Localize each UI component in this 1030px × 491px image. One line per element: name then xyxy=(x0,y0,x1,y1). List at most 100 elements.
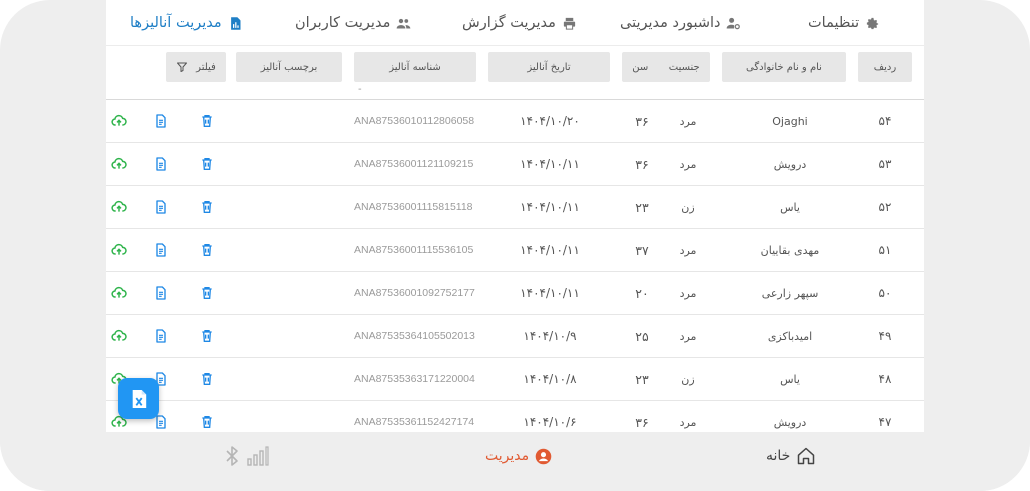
row-gender: مرد xyxy=(679,157,697,171)
column-header-date[interactable]: تاریخ آنالیز xyxy=(488,52,610,82)
cloud-upload-icon xyxy=(111,243,127,255)
row-name: مهدی بقاییان xyxy=(760,243,820,257)
row-date: ۱۴۰۴/۱۰/۲۰ xyxy=(520,114,580,128)
row-index: ۵۳ xyxy=(878,157,892,171)
view-report-button[interactable] xyxy=(152,198,170,216)
delete-button[interactable] xyxy=(198,112,216,130)
delete-button[interactable] xyxy=(198,370,216,388)
tab-analysis-management[interactable]: مدیریت آنالیزها xyxy=(130,12,243,34)
row-age: ۲۵ xyxy=(635,328,649,344)
row-name: یاس xyxy=(780,200,800,214)
filter-button[interactable]: فیلتر xyxy=(166,52,226,82)
document-icon xyxy=(156,200,166,214)
row-analysis-code: ANA87536001092752177 xyxy=(354,286,475,299)
upload-button[interactable] xyxy=(110,327,128,345)
main-panel: تنظیمات داشبورد مدیریتی مدیریت گزارش مدی… xyxy=(106,0,924,432)
table-row[interactable]: ۴۹ امیدباکزی مرد ۲۵ ۱۴۰۴/۱۰/۹ ANA8753536… xyxy=(106,315,924,358)
excel-export-button[interactable] xyxy=(118,378,159,419)
row-gender: زن xyxy=(681,372,695,386)
trash-icon xyxy=(202,416,212,428)
nav-management-label: مدیریت xyxy=(485,448,530,464)
trash-icon xyxy=(202,330,212,342)
upload-button[interactable] xyxy=(110,112,128,130)
tab-analysis-label: مدیریت آنالیزها xyxy=(130,15,222,31)
row-age: ۳۷ xyxy=(635,242,649,258)
row-analysis-code: ANA87535364105502013 xyxy=(354,329,475,342)
delete-button[interactable] xyxy=(198,241,216,259)
tab-users-label: مدیریت کاربران xyxy=(295,15,391,31)
delete-button[interactable] xyxy=(198,413,216,431)
column-header-age: سن xyxy=(632,61,649,73)
user-circle-icon xyxy=(535,448,552,464)
trash-icon xyxy=(202,287,212,299)
tab-user-management[interactable]: مدیریت کاربران xyxy=(295,12,411,34)
users-icon xyxy=(396,18,411,28)
row-gender: مرد xyxy=(679,415,697,429)
tab-report-label: مدیریت گزارش xyxy=(462,15,556,31)
delete-button[interactable] xyxy=(198,327,216,345)
table-row[interactable]: ۵۴ Ojaghi مرد ۳۶ ۱۴۰۴/۱۰/۲۰ ANA875360101… xyxy=(106,100,924,143)
table-row[interactable]: ۵۱ مهدی بقاییان مرد ۳۷ ۱۴۰۴/۱۰/۱۱ ANA875… xyxy=(106,229,924,272)
table-row[interactable]: ۵۰ سپهر زارعی مرد ۲۰ ۱۴۰۴/۱۰/۱۱ ANA87536… xyxy=(106,272,924,315)
delete-button[interactable] xyxy=(198,284,216,302)
upload-button[interactable] xyxy=(110,241,128,259)
table-header: ردیف نام و نام خانوادگی جنسیت سن تاریخ آ… xyxy=(106,52,924,84)
view-report-button[interactable] xyxy=(152,155,170,173)
row-age: ۲۳ xyxy=(635,371,649,387)
delete-button[interactable] xyxy=(198,198,216,216)
device-status xyxy=(225,444,269,468)
column-header-tag[interactable]: برچسب آنالیز xyxy=(236,52,342,82)
row-analysis-code: ANA87536010112806058 xyxy=(354,114,475,127)
table-row[interactable]: ۴۷ درویش مرد ۳۶ ۱۴۰۴/۱۰/۶ ANA87535361152… xyxy=(106,401,924,432)
row-analysis-code: ANA87536001121109215 xyxy=(354,157,474,170)
bluetooth-icon[interactable] xyxy=(225,445,239,467)
row-index: ۵۱ xyxy=(878,243,892,257)
tab-settings-label: تنظیمات xyxy=(808,15,860,31)
table-row[interactable]: ۵۳ درویش مرد ۳۶ ۱۴۰۴/۱۰/۱۱ ANA8753600112… xyxy=(106,143,924,186)
row-index: ۵۴ xyxy=(878,114,892,128)
row-age: ۲۰ xyxy=(635,285,649,301)
column-header-name[interactable]: نام و نام خانوادگی xyxy=(722,52,846,82)
tab-dashboard[interactable]: داشبورد مدیریتی xyxy=(620,12,741,34)
row-index: ۴۹ xyxy=(878,329,892,343)
nav-home[interactable]: خانه xyxy=(766,444,816,468)
column-header-code[interactable]: شناسه آنالیز xyxy=(354,52,476,82)
row-age: ۳۶ xyxy=(635,113,649,129)
tab-report-management[interactable]: مدیریت گزارش xyxy=(462,12,577,34)
row-analysis-code: ANA87535361152427174 xyxy=(354,415,475,428)
row-date: ۱۴۰۴/۱۰/۱۱ xyxy=(520,157,580,171)
printer-icon xyxy=(563,17,576,30)
delete-button[interactable] xyxy=(198,155,216,173)
cloud-upload-icon xyxy=(111,157,127,169)
row-date: ۱۴۰۴/۱۰/۱۱ xyxy=(520,286,580,300)
view-report-button[interactable] xyxy=(152,241,170,259)
partial-row-mark: - xyxy=(358,84,362,95)
filter-icon xyxy=(177,62,188,72)
row-date: ۱۴۰۴/۱۰/۶ xyxy=(523,415,577,429)
table-row[interactable]: ۵۲ یاس زن ۲۳ ۱۴۰۴/۱۰/۱۱ ANA8753600111581… xyxy=(106,186,924,229)
view-report-button[interactable] xyxy=(152,327,170,345)
trash-icon xyxy=(202,115,212,127)
view-report-button[interactable] xyxy=(152,284,170,302)
column-header-index[interactable]: ردیف xyxy=(858,52,912,82)
upload-button[interactable] xyxy=(110,155,128,173)
row-age: ۳۶ xyxy=(635,156,649,172)
upload-button[interactable] xyxy=(110,198,128,216)
row-name: امیدباکزی xyxy=(767,329,813,343)
cloud-upload-icon xyxy=(111,114,127,126)
signal-bars-icon xyxy=(247,446,269,466)
view-report-button[interactable] xyxy=(152,112,170,130)
row-gender: مرد xyxy=(679,114,697,128)
cloud-upload-icon xyxy=(111,329,127,341)
row-index: ۵۲ xyxy=(878,200,892,214)
table-row[interactable]: ۴۸ یاس زن ۲۳ ۱۴۰۴/۱۰/۸ ANA87535363171220… xyxy=(106,358,924,401)
tab-settings[interactable]: تنظیمات xyxy=(808,12,880,34)
row-date: ۱۴۰۴/۱۰/۱۱ xyxy=(520,243,580,257)
nav-management[interactable]: مدیریت xyxy=(485,444,552,468)
upload-button[interactable] xyxy=(110,284,128,302)
top-tabs: تنظیمات داشبورد مدیریتی مدیریت گزارش مدی… xyxy=(106,0,924,46)
column-header-gender-age[interactable]: جنسیت سن xyxy=(622,52,710,82)
cloud-upload-icon xyxy=(111,286,127,298)
row-analysis-code: ANA87536001115536105 xyxy=(354,243,474,256)
row-age: ۲۳ xyxy=(635,199,649,215)
